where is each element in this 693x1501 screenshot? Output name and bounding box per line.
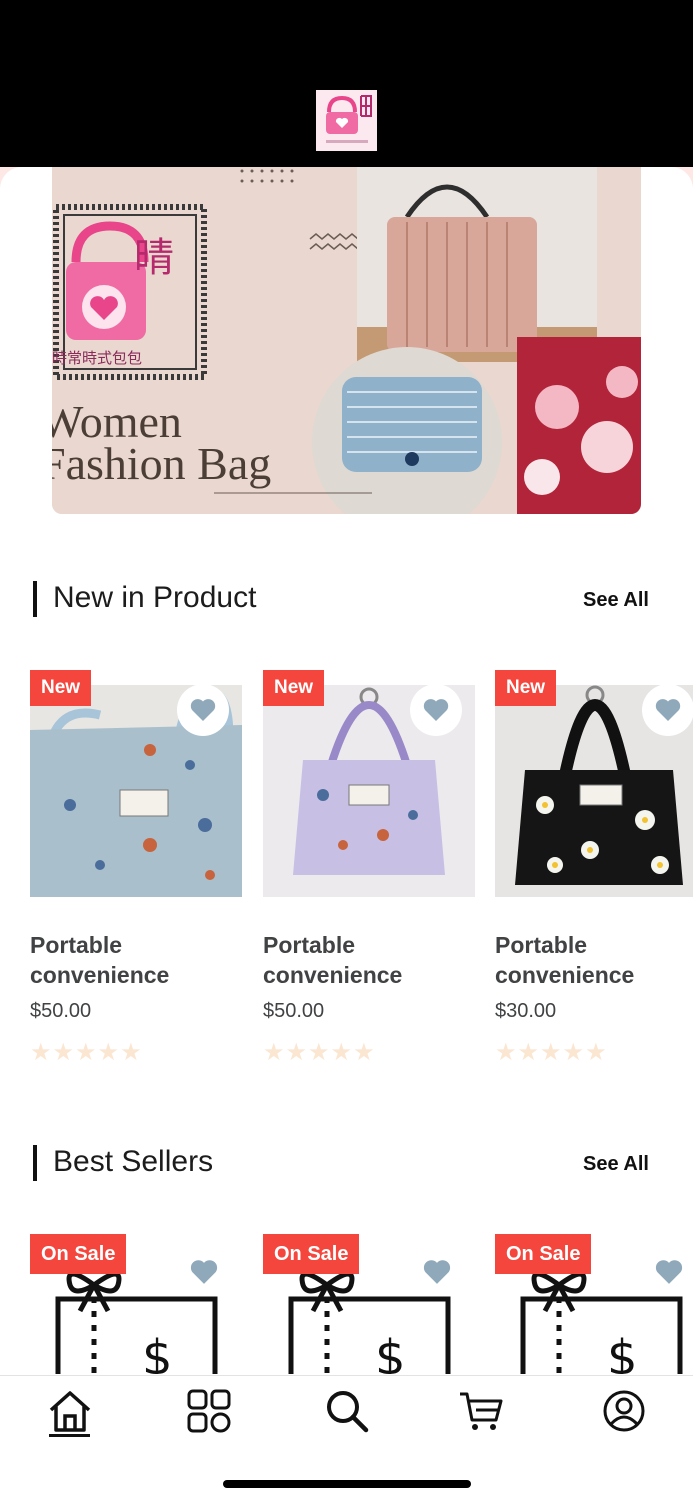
see-all-new-link[interactable]: See All <box>583 589 649 612</box>
sale-badge: On Sale <box>263 1234 360 1274</box>
heart-icon <box>190 699 216 721</box>
favorite-button[interactable] <box>177 684 229 736</box>
app-header <box>0 0 693 167</box>
section-title-best: Best Sellers <box>53 1145 214 1178</box>
see-all-best-link[interactable]: See All <box>583 1153 649 1176</box>
heart-icon <box>655 699 681 721</box>
product-price: $30.00 <box>495 1000 557 1022</box>
product-price: $50.00 <box>263 1000 325 1022</box>
product-price: $50.00 <box>30 1000 92 1022</box>
brand-logo <box>316 90 377 151</box>
active-tab-indicator <box>49 1434 90 1437</box>
bottom-tab-bar <box>0 1375 693 1501</box>
new-badge: New <box>495 670 557 706</box>
banner-headline-2: Fashion Bag <box>52 438 272 489</box>
search-icon[interactable] <box>324 1388 370 1434</box>
heart-icon <box>655 1260 683 1284</box>
rating-stars: ★★★★★ <box>263 1039 376 1066</box>
sale-badge: On Sale <box>495 1234 592 1274</box>
rating-stars: ★★★★★ <box>30 1039 143 1066</box>
product-name[interactable]: Portable convenience <box>263 930 475 990</box>
favorite-button[interactable] <box>410 684 462 736</box>
product-name[interactable]: Portable convenience <box>495 930 693 990</box>
rating-stars: ★★★★★ <box>495 1039 608 1066</box>
new-badge: New <box>263 670 325 706</box>
home-icon[interactable] <box>47 1388 93 1434</box>
section-header-best: Best Sellers See All <box>33 1143 653 1183</box>
home-indicator[interactable] <box>223 1480 471 1488</box>
svg-text:$: $ <box>607 1330 638 1374</box>
profile-icon[interactable] <box>601 1388 647 1434</box>
section-title-new: New in Product <box>53 581 257 614</box>
svg-text:$: $ <box>375 1330 406 1374</box>
cart-icon[interactable] <box>458 1388 504 1434</box>
heart-icon <box>423 699 449 721</box>
heart-icon <box>423 1260 451 1284</box>
favorite-button[interactable] <box>642 684 693 736</box>
heart-icon <box>190 1260 218 1284</box>
new-badge: New <box>30 670 92 706</box>
section-marker <box>33 581 37 617</box>
svg-text:$: $ <box>142 1330 173 1374</box>
home-content[interactable]: Women Fashion Bag 晴 時常時式包包 New in Produc… <box>0 167 693 1375</box>
categories-icon[interactable] <box>186 1388 232 1434</box>
promo-banner[interactable]: Women Fashion Bag 晴 時常時式包包 <box>52 167 641 514</box>
banner-brand-char: 晴 <box>134 235 174 281</box>
section-marker <box>33 1145 37 1181</box>
sale-badge: On Sale <box>30 1234 127 1274</box>
banner-brand-subtitle: 時常時式包包 <box>52 349 143 367</box>
section-header-new: New in Product See All <box>33 579 653 619</box>
product-name[interactable]: Portable convenience <box>30 930 242 990</box>
